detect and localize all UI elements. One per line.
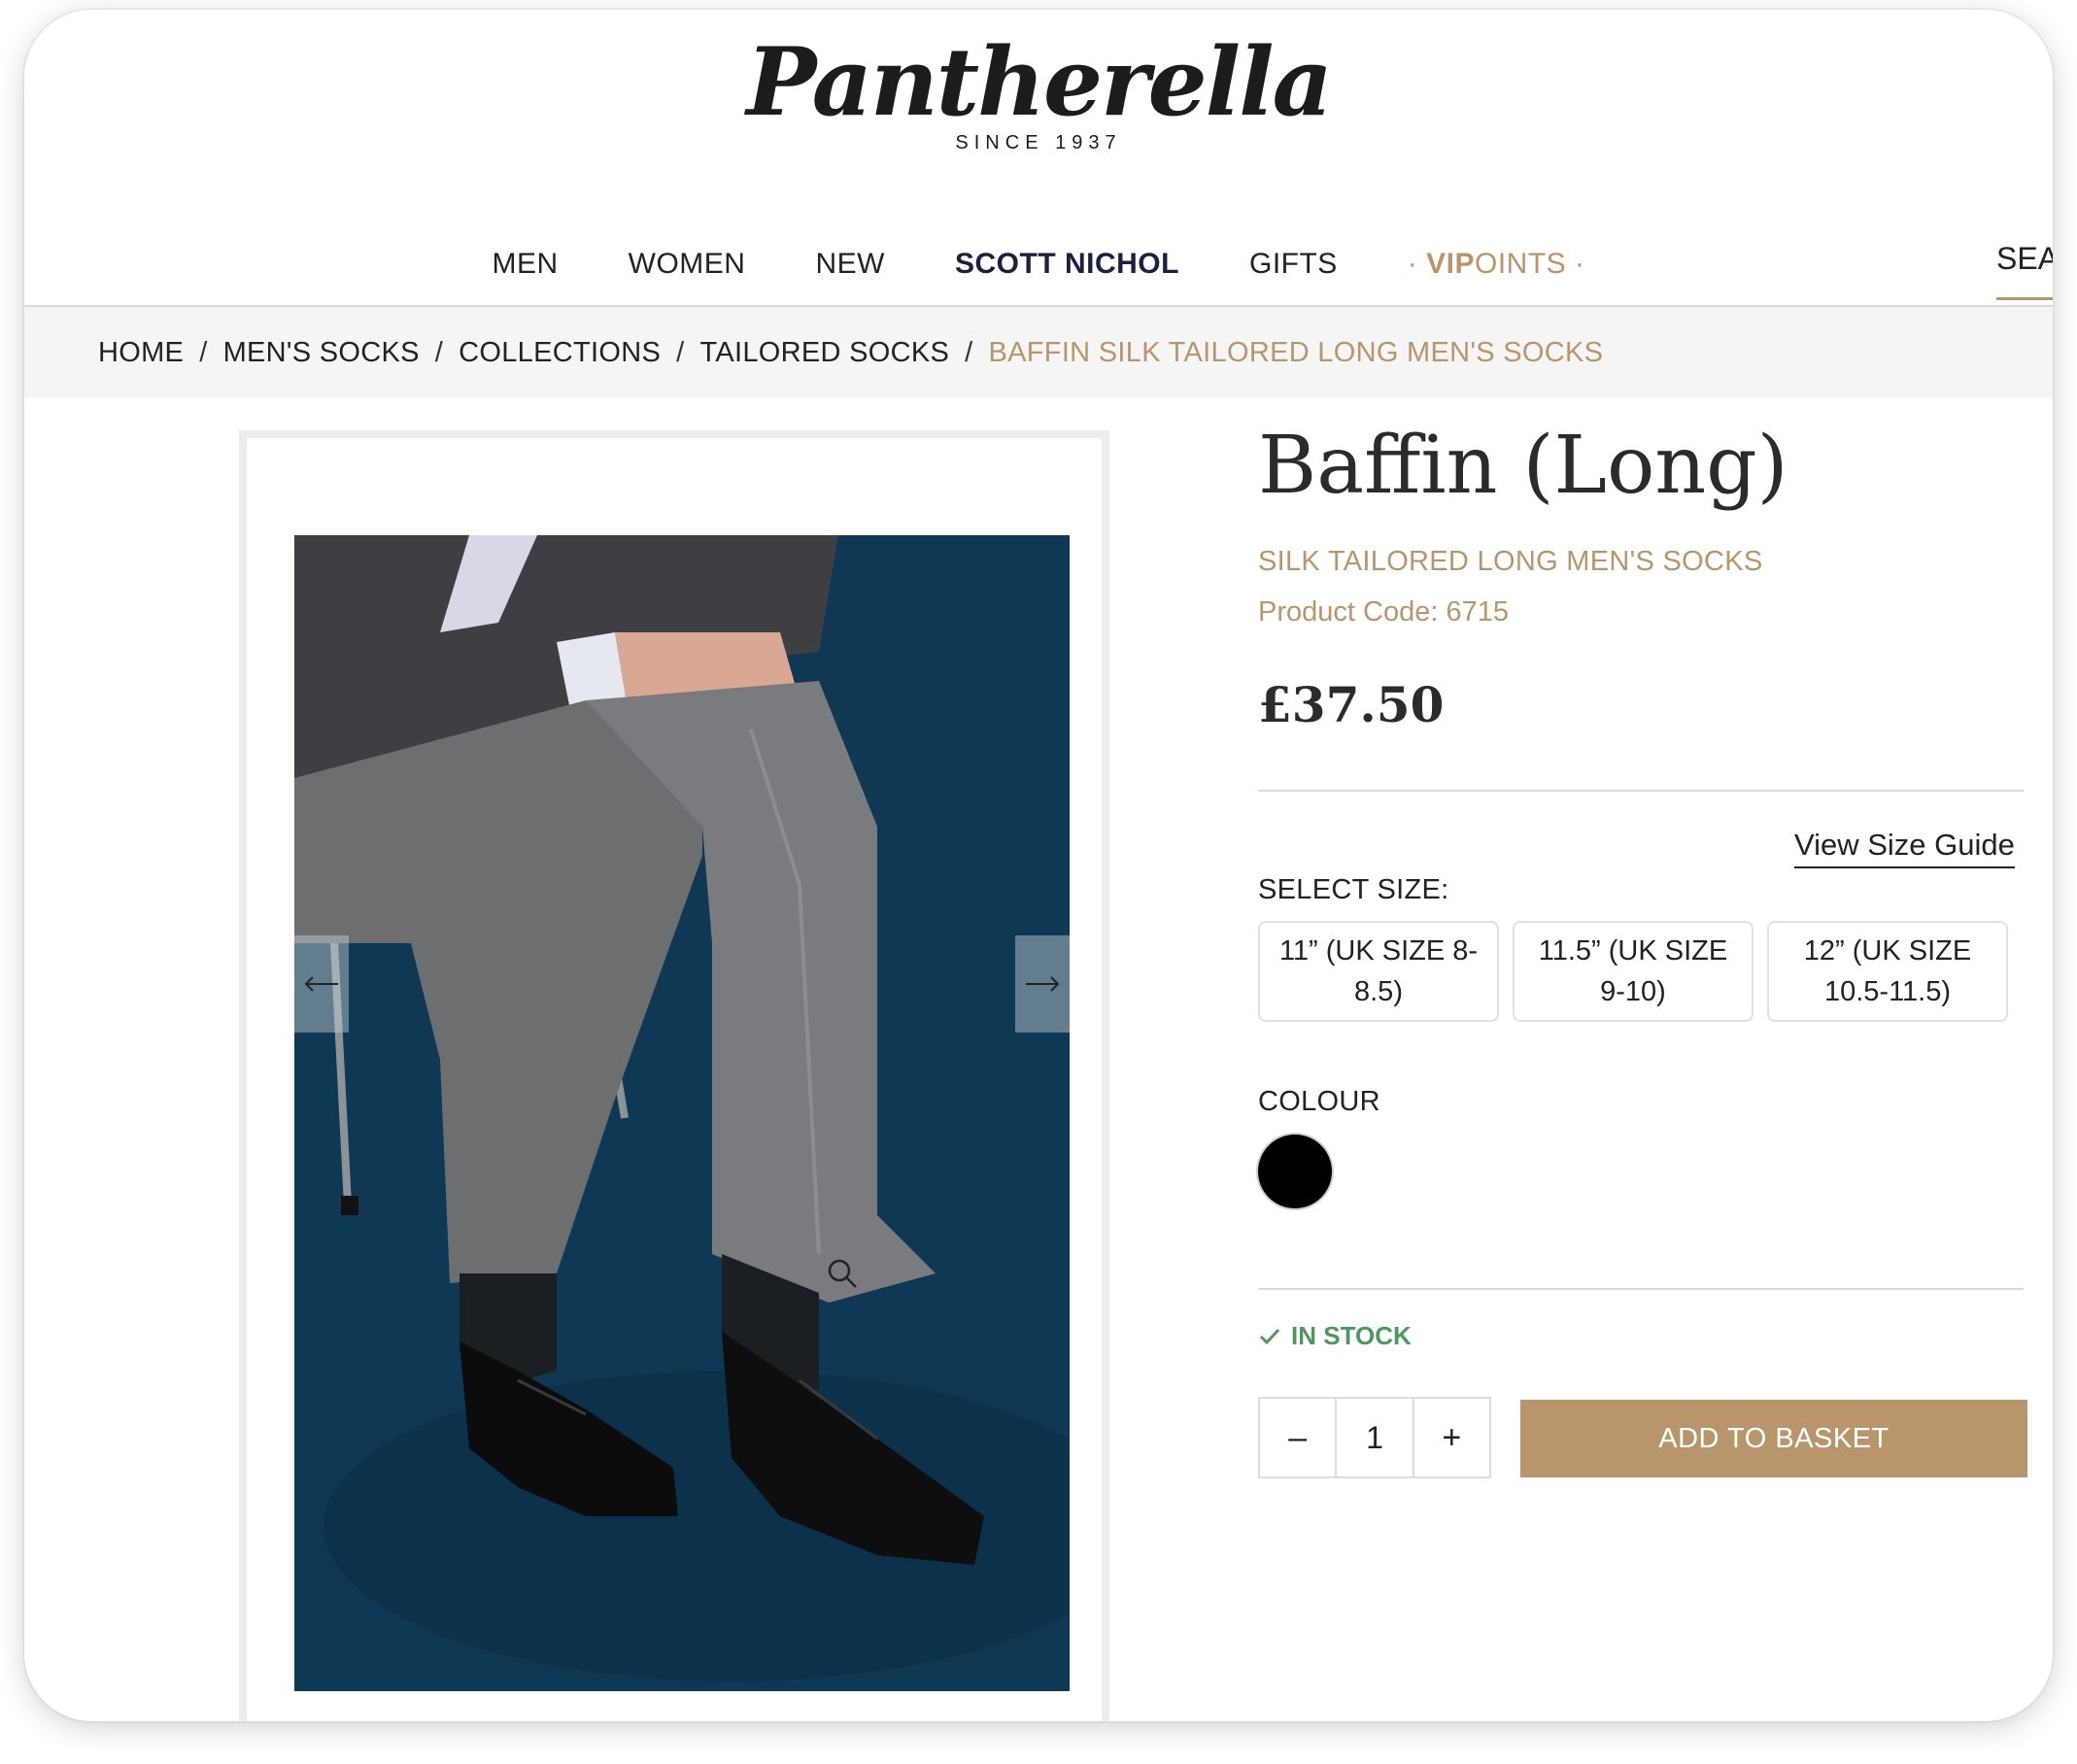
breadcrumb-current: BAFFIN SILK TAILORED LONG MEN'S SOCKS	[988, 336, 1604, 368]
size-guide-link[interactable]: View Size Guide	[1794, 828, 2015, 868]
arrow-left-icon	[304, 976, 338, 992]
select-size-label: SELECT SIZE:	[1258, 874, 1449, 905]
product-photo-illustration	[294, 535, 1070, 1691]
stock-status-text: IN STOCK	[1291, 1321, 1412, 1350]
breadcrumb-separator: /	[434, 336, 444, 368]
nav-new[interactable]: NEW	[815, 248, 885, 281]
product-code: Product Code: 6715	[1258, 596, 1509, 628]
product-title: Baffin (Long)	[1258, 420, 1788, 512]
breadcrumb-separator: /	[676, 336, 685, 368]
breadcrumb-separator: /	[965, 336, 973, 368]
nav-gifts[interactable]: GIFTS	[1249, 248, 1338, 281]
product-photo[interactable]	[294, 535, 1070, 1691]
nav-vipoints[interactable]: · VIPOINTS ·	[1408, 248, 1585, 281]
browser-frame: Pantherella SINCE 1937 MEN WOMEN NEW SCO…	[24, 10, 2053, 1721]
vip-suffix: ·	[1566, 248, 1585, 280]
breadcrumb: HOME / MEN'S SOCKS / COLLECTIONS / TAILO…	[24, 307, 2053, 398]
size-option-11[interactable]: 11” (UK SIZE 8-8.5)	[1258, 921, 1499, 1022]
vip-prefix: ·	[1407, 248, 1427, 280]
breadcrumb-tailored-socks[interactable]: TAILORED SOCKS	[699, 337, 949, 369]
quantity-increase-button[interactable]: +	[1414, 1399, 1489, 1476]
arrow-right-icon	[1026, 976, 1060, 992]
size-option-12[interactable]: 12” (UK SIZE 10.5-11.5)	[1767, 921, 2008, 1022]
zoom-icon[interactable]	[826, 1257, 859, 1290]
main-nav: MEN WOMEN NEW SCOTT NICHOL GIFTS · VIPOI…	[24, 239, 2053, 289]
nav-women[interactable]: WOMEN	[629, 248, 746, 281]
brand-logo[interactable]: Pantherella SINCE 1937	[24, 29, 2053, 154]
logo-wordmark: Pantherella	[746, 27, 1333, 137]
vip-bold: VIP	[1426, 248, 1476, 280]
breadcrumb-separator: /	[199, 336, 208, 368]
price-divider	[1258, 790, 2024, 792]
size-option-11-5[interactable]: 11.5” (UK SIZE 9-10)	[1513, 921, 1754, 1022]
breadcrumb-mens-socks[interactable]: MEN'S SOCKS	[223, 337, 420, 369]
quantity-decrease-button[interactable]: –	[1260, 1399, 1335, 1476]
quantity-stepper: – 1 +	[1258, 1397, 1491, 1478]
gallery-prev-button[interactable]	[294, 935, 349, 1033]
breadcrumb-collections[interactable]: COLLECTIONS	[459, 337, 661, 369]
add-to-basket-button[interactable]: ADD TO BASKET	[1520, 1400, 2027, 1477]
check-icon	[1259, 1328, 1280, 1344]
quantity-input[interactable]: 1	[1335, 1399, 1414, 1476]
nav-scott-nichol[interactable]: SCOTT NICHOL	[955, 248, 1179, 281]
nav-men[interactable]: MEN	[492, 248, 558, 281]
colour-divider	[1258, 1288, 2024, 1290]
logo-tagline: SINCE 1937	[955, 132, 1122, 153]
product-price: £37.50	[1258, 676, 1445, 733]
colour-swatch-black[interactable]	[1258, 1135, 1332, 1208]
gallery-next-button[interactable]	[1015, 935, 1070, 1033]
vip-rest: OINTS	[1475, 248, 1567, 280]
stock-status: IN STOCK	[1258, 1321, 1412, 1351]
size-options: 11” (UK SIZE 8-8.5) 11.5” (UK SIZE 9-10)…	[1258, 921, 2008, 1022]
product-gallery	[239, 430, 1109, 1721]
breadcrumb-home[interactable]: HOME	[98, 337, 184, 369]
search-input[interactable]: SEARCH	[1996, 235, 2053, 300]
colour-label: COLOUR	[1258, 1086, 1380, 1117]
product-subtitle: SILK TAILORED LONG MEN'S SOCKS	[1258, 546, 1763, 577]
